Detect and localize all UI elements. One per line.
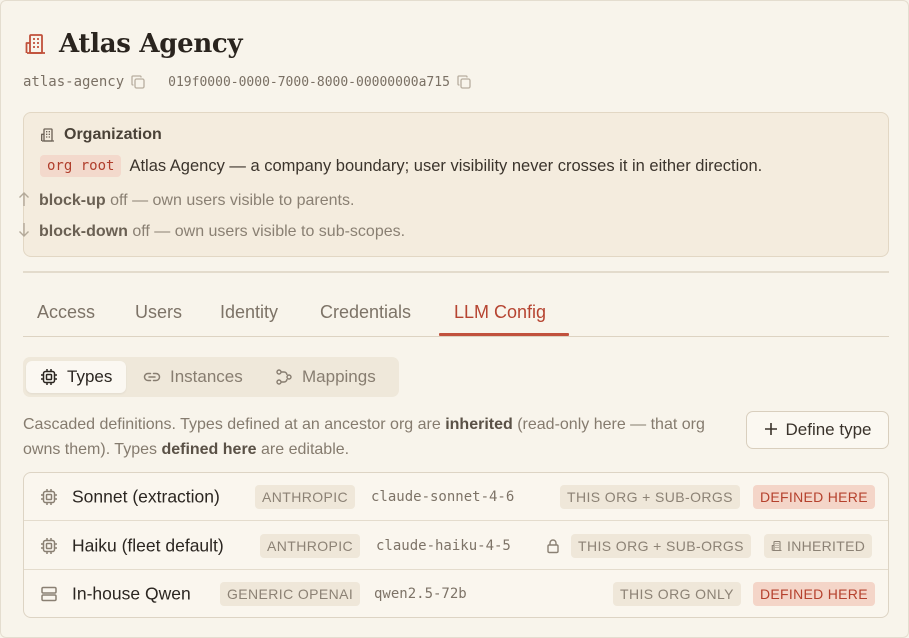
type-name: In-house Qwen: [72, 583, 191, 604]
type-row[interactable]: In-house Qwen GENERIC OPENAI qwen2.5-72b…: [24, 570, 888, 617]
tab-identity[interactable]: Identity: [220, 302, 278, 323]
types-list: Sonnet (extraction) ANTHROPIC claude-son…: [23, 472, 889, 618]
model-id: claude-sonnet-4-6: [371, 488, 515, 505]
route-icon: [275, 368, 293, 386]
organization-heading: Organization: [40, 126, 162, 144]
organization-text: Atlas Agency — a company boundary; user …: [129, 156, 763, 175]
link-icon: [143, 368, 161, 386]
model-id: claude-haiku-4-5: [376, 537, 511, 554]
subtab-types[interactable]: Types: [26, 361, 127, 393]
block-up-flag: block-up off — own users visible to pare…: [17, 191, 354, 211]
identifier-row: atlas-agency 019f0000-0000-7000-8000-000…: [23, 74, 488, 90]
type-row[interactable]: Sonnet (extraction) ANTHROPIC claude-son…: [24, 473, 888, 521]
subtab-mappings[interactable]: Mappings: [261, 361, 390, 393]
org-id: 019f0000-0000-7000-8000-00000000a715: [168, 74, 450, 90]
organization-description: org root Atlas Agency — a company bounda…: [40, 155, 762, 177]
chip-icon: [40, 537, 58, 555]
chip-icon: [40, 368, 58, 386]
arrow-down-icon: [17, 222, 31, 242]
arrow-up-icon: [17, 191, 31, 211]
scope-tag: THIS ORG ONLY: [613, 582, 741, 606]
tab-users[interactable]: Users: [135, 302, 182, 323]
active-tab-indicator: [439, 333, 569, 336]
provider-tag: ANTHROPIC: [260, 533, 361, 558]
copy-slug-icon[interactable]: [130, 74, 146, 90]
tab-access[interactable]: Access: [37, 302, 95, 323]
type-row[interactable]: Haiku (fleet default) ANTHROPIC claude-h…: [24, 522, 888, 570]
status-badge: INHERITED: [764, 533, 873, 558]
copy-id-icon[interactable]: [456, 74, 472, 90]
lock-icon: [545, 538, 561, 554]
subtab-instances[interactable]: Instances: [129, 361, 257, 393]
panel: Atlas Agency atlas-agency 019f0000-0000-…: [0, 0, 909, 638]
tab-bar: Access Users Identity Credentials LLM Co…: [23, 291, 889, 337]
subtab-bar: Types Instances Mappings: [23, 357, 399, 397]
define-type-button[interactable]: Define type: [746, 411, 889, 449]
type-name: Sonnet (extraction): [72, 486, 220, 506]
org-slug: atlas-agency: [23, 74, 125, 90]
org-root-badge: org root: [40, 155, 122, 177]
status-badge: DEFINED HERE: [753, 484, 875, 509]
building-icon: [40, 127, 56, 143]
provider-tag: ANTHROPIC: [255, 484, 356, 509]
tab-credentials[interactable]: Credentials: [320, 302, 411, 323]
status-badge: DEFINED HERE: [753, 582, 875, 606]
block-up-text: off — own users visible to parents.: [110, 192, 355, 209]
page-header: Atlas Agency: [23, 29, 243, 59]
page-title: Atlas Agency: [59, 29, 243, 59]
type-name: Haiku (fleet default): [72, 535, 224, 555]
model-id: qwen2.5-72b: [374, 586, 467, 602]
types-description: Cascaded definitions. Types defined at a…: [23, 416, 705, 458]
building-icon: [771, 540, 783, 552]
plus-icon: [764, 420, 778, 440]
scope-tag: THIS ORG + SUB-ORGS: [571, 533, 751, 558]
scope-tag: THIS ORG + SUB-ORGS: [560, 484, 740, 509]
block-up-label: block-up: [39, 192, 106, 209]
chip-icon: [40, 488, 58, 506]
building-icon: [23, 31, 49, 57]
tab-llm-config[interactable]: LLM Config: [454, 302, 546, 323]
server-icon: [40, 585, 58, 603]
block-down-label: block-down: [39, 223, 128, 240]
block-down-flag: block-down off — own users visible to su…: [17, 222, 405, 242]
block-down-text: off — own users visible to sub-scopes.: [132, 223, 406, 240]
provider-tag: GENERIC OPENAI: [220, 582, 361, 606]
divider: [23, 271, 889, 273]
